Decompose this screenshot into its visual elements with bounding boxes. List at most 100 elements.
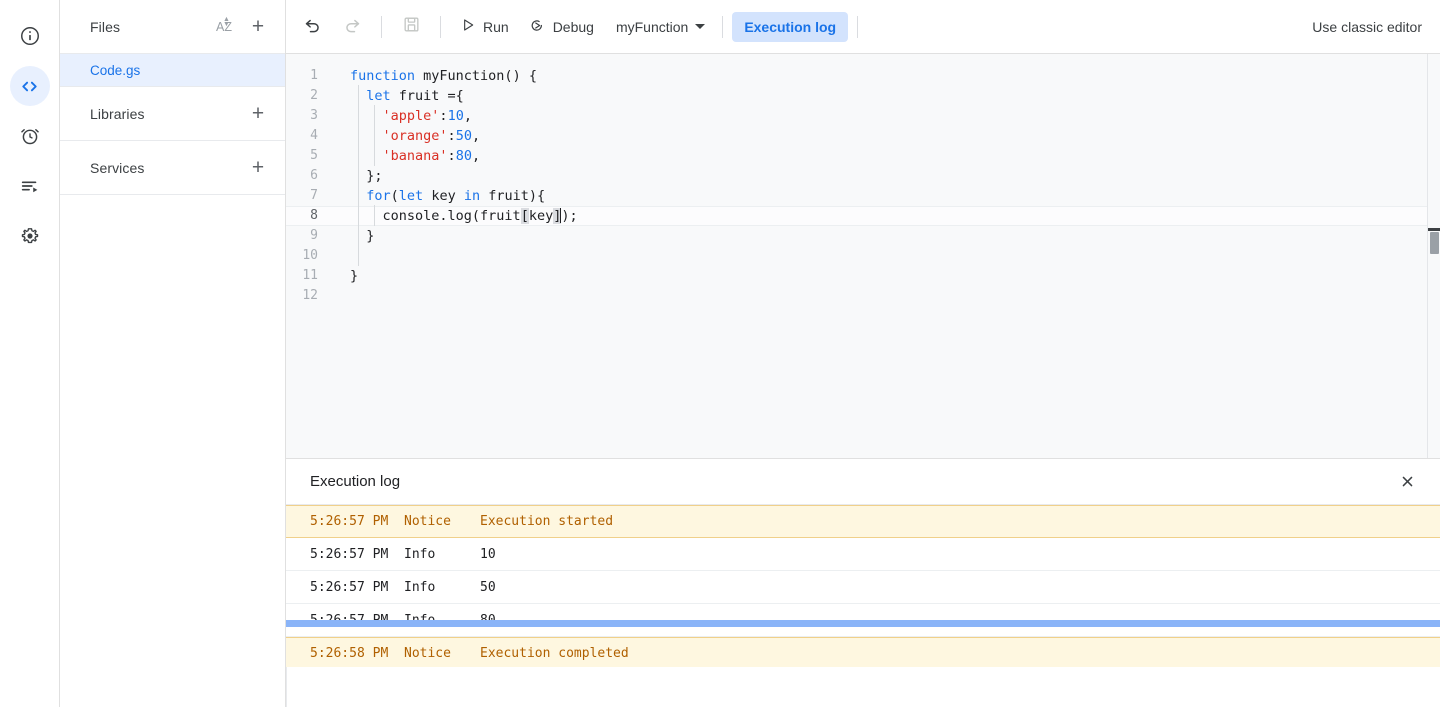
line-number: 12 [286,286,332,306]
log-timestamp: 5:26:57 PM [310,547,404,562]
execution-log-rows: 5:26:57 PM Notice Execution started 5:26… [286,505,1440,667]
log-level: Info [404,580,480,595]
debug-label: Debug [553,19,594,35]
info-icon [19,25,41,47]
line-number: 5 [286,146,332,166]
line-content: function myFunction() { [332,66,1440,86]
sidebar-item-project-settings[interactable] [10,216,50,256]
code-editor[interactable]: 1 function myFunction() { 2 let fruit ={… [286,54,1440,459]
code-editor-content[interactable]: 1 function myFunction() { 2 let fruit ={… [286,54,1440,458]
line-number: 1 [286,66,332,86]
apps-script-editor-window: Files AZ▲▼ + Code.gs Libraries + Service… [0,0,1440,707]
code-line[interactable]: 10 [286,246,1440,266]
code-line[interactable]: 11 } [286,266,1440,286]
line-number: 7 [286,186,332,206]
code-line[interactable]: 7 for(let key in fruit){ [286,186,1440,206]
undo-icon [303,15,322,39]
add-library-button[interactable]: + [245,101,271,127]
file-item-code-gs[interactable]: Code.gs [60,54,285,87]
line-number: 10 [286,246,332,266]
files-section-header: Files AZ▲▼ + [60,0,285,54]
line-content: } [332,226,1440,246]
files-panel-empty-area [60,195,285,707]
files-section-title: Files [90,19,203,35]
save-project-button[interactable] [394,10,428,44]
editor-scroll-marker [1428,228,1440,231]
execution-log-toggle-label: Execution log [744,19,836,35]
toolbar-divider-1 [381,16,382,38]
code-line[interactable]: 12 [286,286,1440,306]
use-classic-editor-label: Use classic editor [1312,19,1422,35]
alarm-clock-icon [19,125,41,147]
log-row: 5:26:57 PM Info 10 [286,538,1440,571]
libraries-section-title: Libraries [90,106,237,122]
run-label: Run [483,19,509,35]
play-icon [460,17,476,36]
debug-icon [529,17,546,37]
code-line[interactable]: 9 } [286,226,1440,246]
sidebar-item-executions[interactable] [10,166,50,206]
log-row: 5:26:57 PM Info 50 [286,571,1440,604]
code-line[interactable]: 2 let fruit ={ [286,86,1440,106]
save-disk-icon [402,15,421,39]
left-nav-rail [0,0,60,707]
undo-button[interactable] [295,10,329,44]
sidebar-item-overview[interactable] [10,16,50,56]
code-line[interactable]: 3 'apple':10, [286,106,1440,126]
line-content: let fruit ={ [332,86,1440,106]
toolbar-divider-3 [722,16,723,38]
line-number: 6 [286,166,332,186]
editor-toolbar: Run Debug myFunction Execution log [286,0,1440,54]
add-file-button[interactable]: + [245,14,271,40]
sidebar-item-triggers[interactable] [10,116,50,156]
execution-log-footer-area [286,667,1440,707]
run-button[interactable]: Run [450,11,519,43]
execution-log-toggle[interactable]: Execution log [732,12,848,42]
line-content: for(let key in fruit){ [332,186,1440,206]
text-cursor [560,208,561,223]
line-number: 3 [286,106,332,126]
log-row: 5:26:57 PM Notice Execution started [286,505,1440,538]
log-timestamp: 5:26:57 PM [310,580,404,595]
line-content: 'apple':10, [332,106,1440,126]
add-service-button[interactable]: + [245,155,271,181]
log-level: Info [404,547,480,562]
executions-icon [19,175,41,197]
code-line[interactable]: 4 'orange':50, [286,126,1440,146]
code-line[interactable]: 5 'banana':80, [286,146,1440,166]
execution-log-title: Execution log [310,473,1392,490]
line-number: 2 [286,86,332,106]
gear-icon [19,225,41,247]
debug-button[interactable]: Debug [519,11,604,43]
services-section-header[interactable]: Services + [60,141,285,195]
line-content: }; [332,166,1440,186]
use-classic-editor-link[interactable]: Use classic editor [1312,19,1424,35]
line-content: console.log(fruit[key]); [332,206,1440,226]
line-number: 8 [286,206,332,226]
files-panel: Files AZ▲▼ + Code.gs Libraries + Service… [60,0,286,707]
redo-icon [343,15,362,39]
toolbar-divider-2 [440,16,441,38]
function-selector-value: myFunction [616,19,688,35]
redo-button[interactable] [335,10,369,44]
sidebar-item-editor[interactable] [10,66,50,106]
execution-log-horizontal-scrollbar[interactable] [286,620,1440,627]
sort-az-icon[interactable]: AZ▲▼ [211,14,237,40]
line-content: 'banana':80, [332,146,1440,166]
execution-log-panel: Execution log 5:26:57 PM Notice Executio… [286,459,1440,707]
line-number: 11 [286,266,332,286]
services-section-title: Services [90,160,237,176]
log-message: Execution started [480,514,1440,529]
editor-vertical-scrollbar[interactable] [1427,54,1440,458]
line-content: 'orange':50, [332,126,1440,146]
function-selector[interactable]: myFunction [604,11,713,43]
log-message: Execution completed [480,646,1440,661]
code-line[interactable]: 1 function myFunction() { [286,66,1440,86]
code-line[interactable]: 6 }; [286,166,1440,186]
editor-scroll-thumb[interactable] [1430,232,1439,254]
code-line-active[interactable]: 8 console.log(fruit[key]); [286,206,1440,226]
line-number: 9 [286,226,332,246]
log-row: 5:26:58 PM Notice Execution completed [286,637,1440,667]
libraries-section-header[interactable]: Libraries + [60,87,285,141]
close-icon[interactable] [1392,467,1422,497]
